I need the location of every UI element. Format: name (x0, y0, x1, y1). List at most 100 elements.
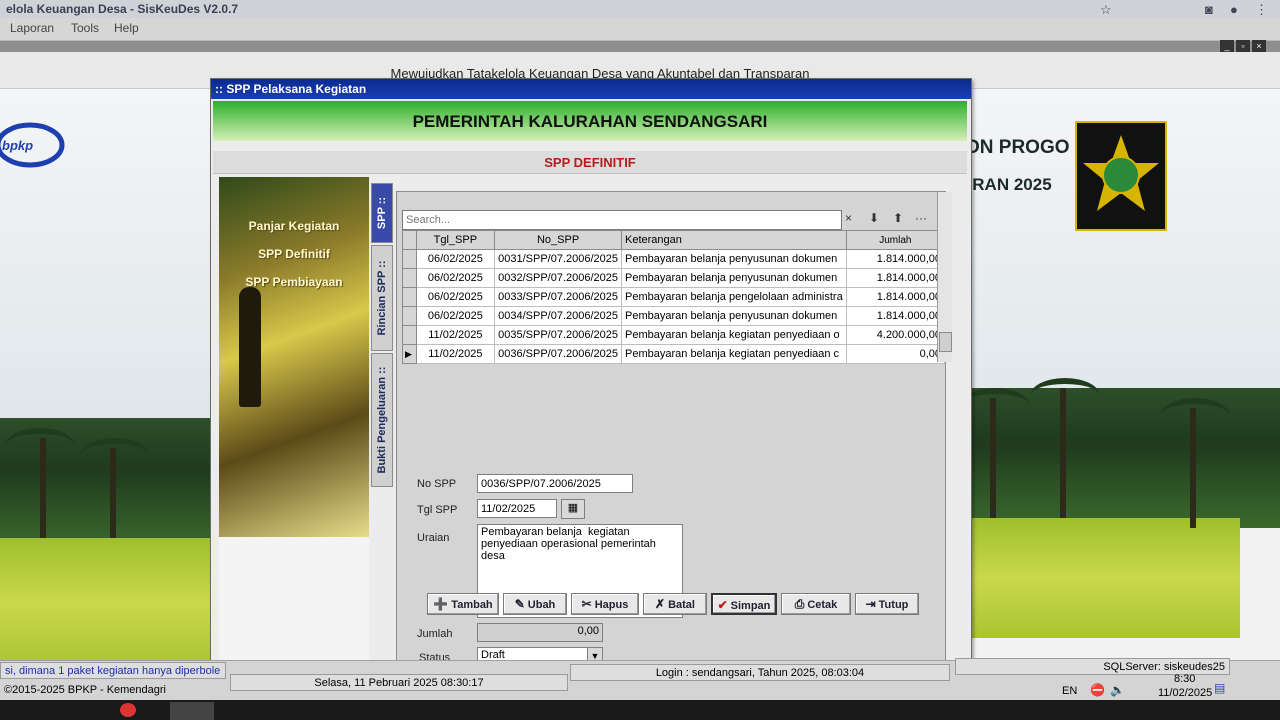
siskeudes-taskbar-icon[interactable] (170, 702, 214, 720)
browser-icon[interactable] (120, 703, 136, 717)
cell-keterangan[interactable]: Pembayaran belanja penyusunan dokumen (621, 268, 847, 288)
hapus-label: Hapus (594, 599, 629, 611)
scrollbar-thumb[interactable] (939, 332, 952, 352)
ubah-button[interactable]: ✎ Ubah (503, 593, 567, 615)
sort-up-icon[interactable]: ⬆ (893, 211, 903, 225)
mdi-window-controls: _ ▫ × (1218, 40, 1266, 52)
tgl-spp-input[interactable] (477, 499, 557, 518)
selected-row-pointer-icon[interactable]: ▶ (402, 344, 417, 364)
account-icon[interactable]: ● (1230, 2, 1238, 17)
cell-tgl[interactable]: 11/02/2025 (415, 325, 496, 345)
no-spp-input[interactable] (477, 474, 633, 493)
cell-tgl[interactable]: 06/02/2025 (415, 306, 496, 326)
more-options-icon[interactable]: ··· (915, 211, 927, 225)
close-icon[interactable]: × (1252, 40, 1266, 52)
table-row[interactable]: 06/02/2025 0032/SPP/07.2006/2025 Pembaya… (402, 268, 946, 288)
app-titlebar: elola Keuangan Desa - SisKeuDes V2.0.7 ☆… (0, 0, 1280, 18)
row-selector[interactable] (402, 325, 417, 345)
simpan-button[interactable]: ✔ Simpan (711, 593, 777, 615)
cell-no[interactable]: 0034/SPP/07.2006/2025 (494, 306, 623, 326)
cell-jumlah[interactable]: 1.814.000,00 (845, 287, 946, 307)
row-selector[interactable] (402, 287, 417, 307)
network-icon[interactable]: ⛔ (1090, 683, 1105, 697)
minimize-icon[interactable]: _ (1220, 40, 1234, 52)
cell-jumlah[interactable]: 4.200.000,00 (845, 325, 946, 345)
table-row[interactable]: 06/02/2025 0033/SPP/07.2006/2025 Pembaya… (402, 287, 946, 307)
col-keterangan[interactable]: Keterangan (621, 230, 847, 250)
bpkp-logo: bpkp (0, 118, 66, 170)
cell-no[interactable]: 0033/SPP/07.2006/2025 (494, 287, 623, 307)
language-indicator[interactable]: EN (1062, 685, 1077, 697)
cell-tgl[interactable]: 11/02/2025 (415, 344, 496, 364)
volume-icon[interactable]: 🔈 (1110, 683, 1125, 697)
table-row[interactable]: 06/02/2025 0031/SPP/07.2006/2025 Pembaya… (402, 249, 946, 269)
cell-tgl[interactable]: 06/02/2025 (415, 249, 496, 269)
cell-no[interactable]: 0035/SPP/07.2006/2025 (494, 325, 623, 345)
tab-bukti-label: Bukti Pengeluaran :: (376, 366, 388, 474)
cell-keterangan[interactable]: Pembayaran belanja penyusunan dokumen (621, 249, 847, 269)
restore-icon[interactable]: ▫ (1236, 40, 1250, 52)
row-selector[interactable] (402, 268, 417, 288)
cell-tgl[interactable]: 06/02/2025 (415, 268, 496, 288)
side-link-panjar[interactable]: Panjar Kegiatan (219, 219, 369, 233)
cetak-label: Cetak (807, 599, 838, 611)
tab-spp[interactable]: SPP :: (371, 183, 393, 243)
batal-button[interactable]: ✗ Batal (643, 593, 707, 615)
bpkp-logo-text: bpkp (2, 138, 33, 153)
row-selector[interactable] (402, 249, 417, 269)
simpan-label: Simpan (730, 600, 771, 612)
clock-time[interactable]: 8:30 (1174, 673, 1195, 685)
table-row-selected[interactable]: ▶ 11/02/2025 0036/SPP/07.2006/2025 Pemba… (402, 344, 946, 364)
hapus-button[interactable]: ✂ Hapus (571, 593, 639, 615)
menubar: Laporan Tools Help (0, 18, 1280, 41)
ubah-label: Ubah (527, 599, 556, 611)
print-icon: ⎙ (794, 597, 805, 611)
cell-no[interactable]: 0032/SPP/07.2006/2025 (494, 268, 623, 288)
cell-jumlah[interactable]: 1.814.000,00 (845, 249, 946, 269)
cell-keterangan[interactable]: Pembayaran belanja kegiatan penyediaan o (621, 325, 847, 345)
cell-jumlah[interactable]: 1.814.000,00 (845, 306, 946, 326)
row-selector[interactable] (402, 306, 417, 326)
col-tgl-spp[interactable]: Tgl_SPP (415, 230, 496, 250)
status-bar: si, dimana 1 paket kegiatan hanya diperb… (0, 658, 1280, 701)
menu-help[interactable]: Help (114, 21, 139, 35)
sort-down-icon[interactable]: ⬇ (869, 211, 879, 225)
region-name-text: ON PROGO (965, 137, 1070, 158)
search-input[interactable] (402, 210, 842, 230)
star-icon[interactable]: ☆ (1100, 2, 1112, 18)
table-row[interactable]: 11/02/2025 0035/SPP/07.2006/2025 Pembaya… (402, 325, 946, 345)
calendar-icon[interactable]: ▦ (561, 499, 585, 519)
marquee-text: si, dimana 1 paket kegiatan hanya diperb… (0, 662, 226, 679)
cell-keterangan[interactable]: Pembayaran belanja penyusunan dokumen (621, 306, 847, 326)
side-link-spp-definitif[interactable]: SPP Definitif (219, 247, 369, 261)
table-row[interactable]: 06/02/2025 0034/SPP/07.2006/2025 Pembaya… (402, 306, 946, 326)
shield-icon[interactable]: ◙ (1205, 2, 1213, 17)
cell-jumlah[interactable]: 0,00 (845, 344, 946, 364)
tutup-button[interactable]: ⇥ Tutup (855, 593, 919, 615)
cell-keterangan[interactable]: Pembayaran belanja pengelolaan administr… (621, 287, 847, 307)
clear-search-icon[interactable]: × (845, 211, 852, 225)
exit-icon: ⇥ (865, 597, 876, 611)
clock-date[interactable]: 11/02/2025 (1158, 687, 1212, 699)
tab-bukti-pengeluaran[interactable]: Bukti Pengeluaran :: (371, 353, 393, 487)
cell-jumlah[interactable]: 1.814.000,00 (845, 268, 946, 288)
table-scrollbar[interactable] (937, 192, 952, 362)
tambah-button[interactable]: ➕ Tambah (427, 593, 499, 615)
cell-keterangan[interactable]: Pembayaran belanja kegiatan penyediaan c (621, 344, 847, 364)
menu-dots-icon[interactable]: ⋮ (1255, 2, 1268, 18)
cetak-button[interactable]: ⎙ Cetak (781, 593, 851, 615)
tab-rincian-label: Rincian SPP :: (376, 260, 388, 336)
menu-laporan[interactable]: Laporan (10, 21, 54, 35)
fiscal-year-text: ARAN 2025 (960, 175, 1052, 194)
notification-icon[interactable]: ▤ (1214, 681, 1225, 695)
cell-tgl[interactable]: 06/02/2025 (415, 287, 496, 307)
cell-no[interactable]: 0031/SPP/07.2006/2025 (494, 249, 623, 269)
header-title: PEMERINTAH KALURAHAN SENDANGSARI (412, 112, 768, 131)
menu-tools[interactable]: Tools (71, 21, 99, 35)
col-no-spp[interactable]: No_SPP (494, 230, 623, 250)
cell-no[interactable]: 0036/SPP/07.2006/2025 (494, 344, 623, 364)
tab-rincian-spp[interactable]: Rincian SPP :: (371, 245, 393, 351)
spp-table: Tgl_SPP No_SPP Keterangan Jumlah 06/02/2… (402, 230, 946, 364)
side-link-spp-pembiayaan[interactable]: SPP Pembiayaan (219, 275, 369, 289)
col-jumlah[interactable]: Jumlah (845, 230, 946, 250)
